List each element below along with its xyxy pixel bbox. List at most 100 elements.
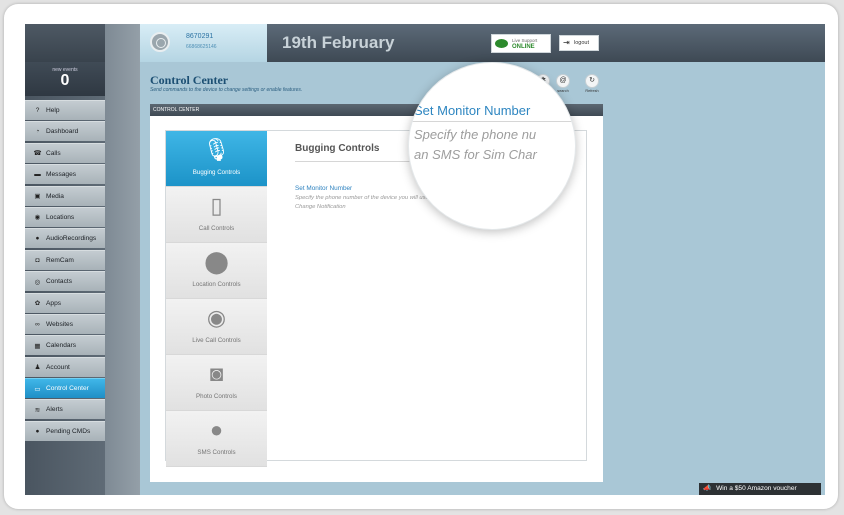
magnified-divider — [409, 121, 575, 122]
chat-bubble-icon — [495, 39, 508, 48]
account-icon: ♟ — [34, 364, 41, 372]
sidebar-item-label: RemCam — [46, 256, 74, 264]
help-icon: ? — [35, 107, 40, 114]
refresh-icon: ↻ — [585, 74, 599, 88]
sidebar-item-label: Locations — [46, 213, 75, 221]
pending-icon: ● — [35, 427, 40, 435]
location-icon: ◉ — [34, 214, 41, 222]
message-icon: ▬ — [34, 171, 41, 179]
magnified-title: Set Monitor Number — [414, 103, 531, 118]
sidebar-item-messages[interactable]: ▬ Messages — [25, 164, 105, 185]
control-tabs: 🎙 Bugging Controls ▯ Call Controls ⬤ Location… — [166, 131, 267, 467]
image-icon: ▣ — [34, 193, 41, 201]
user-phone: 66868625146 — [186, 44, 217, 50]
sidebar-item-help[interactable]: ? Help — [25, 100, 105, 120]
refresh-tool[interactable]: ↻ Refresh — [585, 74, 599, 93]
new-events-count: 0 — [60, 72, 70, 89]
megaphone-icon: 📣 — [703, 485, 712, 492]
sidebar-item-control-center[interactable]: ▭ Control Center — [25, 378, 105, 399]
tab-label: Bugging Controls — [192, 169, 241, 176]
sidebar-item-locations[interactable]: ◉ Locations — [25, 206, 105, 227]
logout-label: logout — [574, 40, 589, 46]
tab-label: Call Controls — [198, 225, 235, 232]
contacts-icon: ◎ — [34, 278, 41, 286]
tab-label: SMS Controls — [197, 449, 236, 456]
sidebar-item-label: Alerts — [46, 406, 63, 414]
calendar-icon: ▦ — [34, 342, 41, 350]
sidebar-item-label: Calls — [46, 149, 61, 157]
tab-live-call-controls[interactable]: ◉ Live Call Controls — [166, 299, 267, 355]
tab-location-controls[interactable]: ⬤ Location Controls — [166, 243, 267, 299]
sidebar-item-media[interactable]: ▣ Media — [25, 185, 105, 206]
dashboard-icon: ◔ — [35, 128, 40, 136]
avatar — [150, 32, 170, 52]
app-screen: new events 0 ? Help ◔ Dashboard ☎ Calls ▬ Messa… — [25, 24, 825, 495]
photo-camera-icon: ◙ — [209, 361, 224, 386]
sidebar-item-label: AudioRecordings — [46, 235, 97, 243]
sidebar-item-account[interactable]: ♟ Account — [25, 356, 105, 377]
microphone-icon: 🎙 — [202, 137, 231, 162]
sidebar-item-audiorecordings[interactable]: ● AudioRecordings — [25, 228, 105, 249]
magnified-desc-line1: Specify the phone nu — [414, 127, 537, 142]
search-tool[interactable]: @ search — [556, 74, 570, 93]
sidebar-item-label: Account — [46, 363, 70, 371]
camera-icon: ◘ — [35, 256, 40, 264]
sidebar-item-alerts[interactable]: ≋ Alerts — [25, 399, 105, 420]
speech-bubble-icon: ● — [209, 417, 224, 442]
tab-label: Location Controls — [192, 281, 241, 288]
audio-icon: ● — [35, 235, 40, 243]
current-date: 19th February — [282, 33, 395, 52]
sidebar: new events 0 ? Help ◔ Dashboard ☎ Calls ▬ Messa… — [25, 24, 105, 495]
tab-bugging-controls[interactable]: 🎙 Bugging Controls — [166, 131, 267, 187]
magnified-description: Specify the phone nu an SMS for Sim Char — [414, 125, 537, 165]
sidebar-item-remcam[interactable]: ◘ RemCam — [25, 249, 105, 270]
user-box[interactable]: 8670291 66868625146 — [140, 24, 267, 62]
phone-icon: ☎ — [33, 150, 42, 158]
logout-button[interactable]: ⇥ logout — [559, 35, 599, 51]
tab-photo-controls[interactable]: ◙ Photo Controls — [166, 355, 267, 411]
sidebar-item-dashboard[interactable]: ◔ Dashboard — [25, 121, 105, 142]
divider-strip — [105, 24, 140, 495]
tab-label: Photo Controls — [196, 393, 237, 400]
device-frame: new events 0 ? Help ◔ Dashboard ☎ Calls ▬ Messa… — [4, 4, 838, 509]
live-support-button[interactable]: Live Support ONLINE — [491, 34, 551, 53]
logout-icon: ⇥ — [563, 38, 570, 47]
tab-sms-controls[interactable]: ● SMS Controls — [166, 411, 267, 467]
sidebar-top — [25, 24, 105, 62]
voucher-text: Win a $50 Amazon voucher — [716, 485, 797, 492]
apps-icon: ✿ — [34, 300, 41, 308]
sidebar-item-label: Calendars — [46, 342, 77, 350]
tab-label: Live Call Controls — [192, 337, 241, 344]
map-pin-icon: ⬤ — [204, 249, 229, 274]
sidebar-item-calendars[interactable]: ▦ Calendars — [25, 335, 105, 356]
search-tool-label: search — [557, 89, 569, 93]
sidebar-item-label: Websites — [46, 320, 73, 328]
monitor-icon: ▭ — [34, 385, 41, 393]
sidebar-item-label: Help — [46, 107, 60, 114]
link-icon: ∞ — [35, 320, 40, 328]
sidebar-item-label: Pending CMDs — [46, 427, 91, 435]
voucher-banner[interactable]: 📣 Win a $50 Amazon voucher — [699, 483, 821, 495]
sidebar-item-label: Apps — [46, 299, 62, 307]
alert-icon: ≋ — [34, 406, 41, 414]
sidebar-item-calls[interactable]: ☎ Calls — [25, 142, 105, 163]
sidebar-item-label: Messages — [46, 171, 77, 179]
sidebar-item-label: Control Center — [46, 385, 89, 393]
sidebar-item-label: Contacts — [46, 278, 73, 286]
eye-icon: ◉ — [206, 305, 227, 330]
user-number: 8670291 — [186, 33, 214, 40]
sidebar-item-pending-cmds[interactable]: ● Pending CMDs — [25, 420, 105, 441]
live-support-status: ONLINE — [512, 44, 535, 50]
sidebar-item-websites[interactable]: ∞ Websites — [25, 313, 105, 334]
page-subtitle: Send commands to the device to change se… — [150, 87, 303, 93]
refresh-tool-label: Refresh — [585, 89, 599, 93]
set-monitor-number-link[interactable]: Set Monitor Number — [295, 185, 352, 192]
sidebar-item-apps[interactable]: ✿ Apps — [25, 292, 105, 313]
magnified-desc-line2: an SMS for Sim Char — [414, 147, 537, 162]
tab-call-controls[interactable]: ▯ Call Controls — [166, 187, 267, 243]
live-support-label: Live Support — [512, 38, 538, 43]
mobile-phone-icon: ▯ — [210, 193, 223, 218]
sidebar-item-contacts[interactable]: ◎ Contacts — [25, 271, 105, 292]
new-events[interactable]: new events 0 — [25, 62, 105, 96]
magnifier-overlay: Set Monitor Number Specify the phone nu … — [408, 62, 576, 230]
